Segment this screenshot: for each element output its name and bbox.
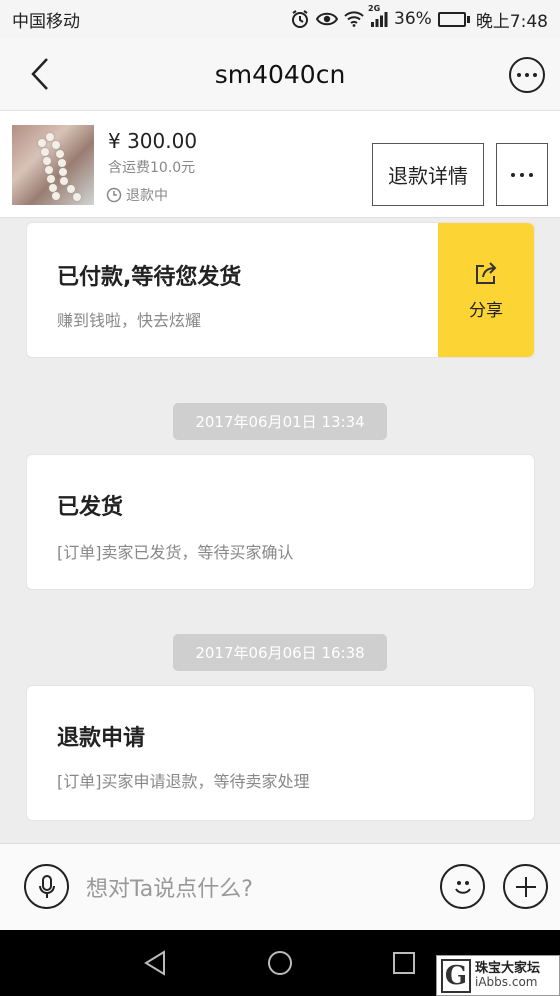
product-price: ¥ 300.00	[108, 129, 198, 153]
share-icon	[476, 261, 497, 284]
message-card-paid[interactable]: 已付款,等待您发货 赚到钱啦，快去炫耀 分享	[26, 222, 535, 358]
message-title: 退款申请	[57, 726, 146, 751]
watermark-url: iAbbs.com	[475, 975, 538, 990]
message-timestamp: 2017年06月01日 13:34	[173, 403, 387, 440]
back-arrow-icon[interactable]	[22, 56, 58, 92]
chat-title: sm4040cn	[214, 59, 346, 89]
alarm-icon	[290, 9, 310, 29]
message-input-bar: 想对Ta说点什么?	[0, 843, 560, 930]
network-type-label: 2G	[368, 4, 381, 13]
message-input[interactable]: 想对Ta说点什么?	[86, 864, 426, 910]
order-summary[interactable]: ¥ 300.00 含运费10.0元 退款中 退款详情	[0, 111, 560, 218]
site-watermark: G 珠宝大家坛 iAbbs.com	[436, 955, 560, 996]
message-subtitle: [订单]买家申请退款，等待卖家处理	[57, 772, 310, 791]
status-icons: 2G 36% 晚上7:48	[290, 4, 548, 32]
watermark-name: 珠宝大家坛	[475, 961, 541, 977]
carrier-label: 中国移动	[12, 11, 80, 32]
wifi-icon	[344, 11, 364, 27]
refund-details-button[interactable]: 退款详情	[372, 143, 484, 206]
status-bar: 中国移动 2G 36% 晚上7:48	[0, 0, 560, 38]
order-status-label: 退款中	[126, 188, 168, 204]
emoji-icon[interactable]	[440, 864, 485, 909]
plus-icon[interactable]	[503, 864, 548, 909]
message-subtitle: [订单]卖家已发货，等待买家确认	[57, 543, 294, 562]
microphone-icon[interactable]	[24, 864, 69, 909]
message-timestamp: 2017年06月06日 16:38	[173, 634, 387, 671]
signal-icon: 2G	[368, 4, 388, 27]
message-title: 已发货	[57, 495, 124, 520]
clock-time: 晚上7:48	[475, 11, 548, 32]
share-button[interactable]: 分享	[438, 223, 534, 357]
watermark-logo: G	[441, 958, 471, 993]
message-title: 已付款,等待您发货	[57, 265, 242, 290]
message-subtitle: 赚到钱啦，快去炫耀	[57, 311, 202, 330]
nav-back-icon[interactable]	[140, 948, 170, 978]
chat-header: sm4040cn	[0, 38, 560, 111]
battery-percent: 36%	[394, 9, 432, 29]
nav-home-icon[interactable]	[265, 948, 295, 978]
clock-icon	[106, 187, 122, 203]
order-status: 退款中	[106, 185, 168, 205]
eye-icon	[316, 11, 339, 27]
share-label: 分享	[469, 300, 503, 321]
more-dots-icon[interactable]	[496, 143, 548, 206]
more-circle-icon[interactable]	[509, 57, 545, 93]
message-card-refund[interactable]: 退款申请 [订单]买家申请退款，等待卖家处理	[26, 685, 535, 821]
nav-recents-icon[interactable]	[389, 948, 419, 978]
message-card-shipped[interactable]: 已发货 [订单]卖家已发货，等待买家确认	[26, 454, 535, 590]
battery-icon	[437, 11, 470, 27]
shipping-fee: 含运费10.0元	[108, 160, 196, 176]
product-thumbnail[interactable]	[12, 125, 94, 205]
